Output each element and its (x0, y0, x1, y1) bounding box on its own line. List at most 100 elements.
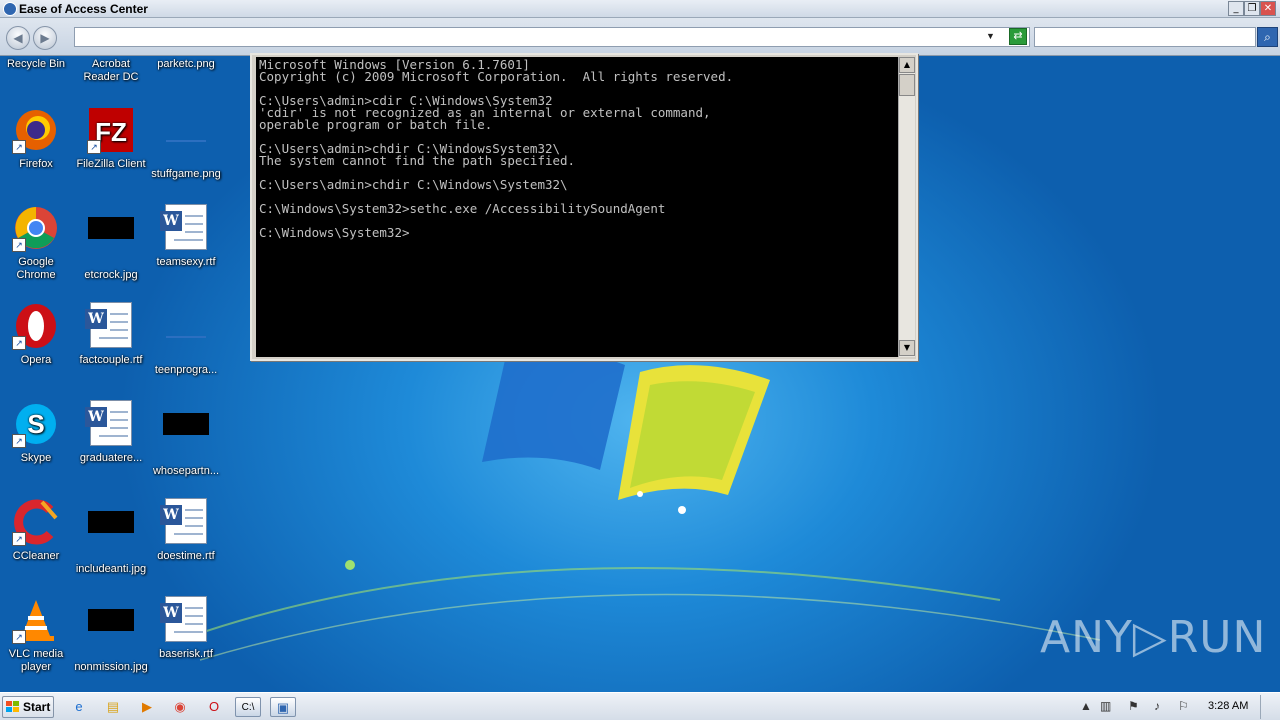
taskbar: Start e ▤ ▶ ◉ O C:\ ▣ ▲ ▥ ⚑ ♪ ⚐ 3:28 AM (0, 692, 1280, 720)
desktop-icon-chrome[interactable]: ↗ Google Chrome (0, 204, 74, 282)
scroll-up-icon[interactable]: ▲ (899, 57, 915, 73)
desktop-icon-acrobat[interactable]: Acrobat Reader DC (73, 58, 149, 84)
word-doc-icon: W (85, 400, 135, 448)
anyrun-watermark: ANY▷RUN (1040, 612, 1267, 663)
console-scrollbar[interactable]: ▲ ▼ (898, 57, 915, 357)
icon-label: stuffgame.png (151, 168, 221, 180)
icon-label: baserisk.rtf (159, 648, 213, 660)
skype-icon: S ↗ (12, 400, 60, 448)
desktop-icon-nonmission[interactable]: nonmission.jpg (73, 596, 149, 674)
back-button[interactable]: ◀ (6, 26, 30, 50)
icon-label: factcouple.rtf (79, 354, 143, 366)
jpg-file-icon (87, 511, 135, 559)
console-output[interactable]: Microsoft Windows [Version 6.1.7601] Copy… (256, 57, 898, 357)
console-prompt: C:\Windows\System32> (259, 225, 410, 240)
word-doc-icon: W (160, 498, 210, 546)
start-button[interactable]: Start (2, 696, 54, 718)
word-doc-icon: W (160, 596, 210, 644)
desktop-icon-stuffgame[interactable]: stuffgame.png (148, 106, 224, 181)
png-file-icon (162, 312, 210, 360)
show-desktop-button[interactable] (1260, 695, 1278, 719)
window-titlebar: Ease of Access Center _ ❐ ✕ (0, 0, 1280, 18)
desktop-icon-whosepartn[interactable]: whosepartn... (148, 400, 224, 478)
desktop-icon-recycle-bin[interactable]: Recycle Bin (0, 58, 74, 71)
console-line: The system cannot find the path specifie… (259, 153, 576, 168)
media-player-icon[interactable]: ▶ (136, 697, 158, 717)
vlc-icon: ↗ (12, 596, 60, 644)
search-icon[interactable]: ⌕ (1257, 27, 1278, 47)
desktop-icon-graduatere[interactable]: W graduatere... (73, 400, 149, 465)
desktop-icon-parketc[interactable]: parketc.png (148, 58, 224, 71)
desktop-icon-etcrock[interactable]: etcrock.jpg (73, 204, 149, 282)
console-line: operable program or batch file. (259, 117, 493, 132)
desktop-icon-skype[interactable]: S ↗ Skype (0, 400, 74, 465)
word-doc-icon: W (85, 302, 135, 350)
clock[interactable]: 3:28 AM (1208, 700, 1248, 712)
console-line: Copyright (c) 2009 Microsoft Corporation… (259, 69, 734, 84)
close-button[interactable]: ✕ (1260, 1, 1276, 16)
opera-icon[interactable]: O (203, 697, 225, 717)
icon-label: teenprogra... (154, 364, 218, 376)
svg-text:S: S (27, 409, 44, 439)
desktop-icon-filezilla[interactable]: FZ ↗ FileZilla Client (73, 106, 149, 171)
ease-of-access-icon[interactable]: ▣ (270, 697, 296, 717)
maximize-button[interactable]: ❐ (1244, 1, 1260, 16)
png-file-icon (162, 116, 210, 164)
jpg-file-icon (87, 609, 135, 657)
desktop-icon-teamsexy[interactable]: W teamsexy.rtf (148, 204, 224, 269)
word-doc-icon: W (160, 204, 210, 252)
desktop-icon-includeanti[interactable]: includeanti.jpg (73, 498, 149, 576)
ccleaner-icon: ↗ (12, 498, 60, 546)
network-icon[interactable]: ▥ (1100, 699, 1111, 713)
desktop-icon-baserisk[interactable]: W baserisk.rtf (148, 596, 224, 661)
window-title: Ease of Access Center (19, 2, 148, 16)
flag-icon[interactable]: ⚐ (1178, 699, 1189, 713)
action-center-icon[interactable]: ⚑ (1128, 699, 1139, 713)
forward-button[interactable]: ▶ (33, 26, 57, 50)
refresh-icon[interactable]: ⇄ (1009, 28, 1027, 45)
command-prompt-window[interactable]: Microsoft Windows [Version 6.1.7601] Copy… (250, 53, 918, 361)
desktop-icon-vlc[interactable]: ↗ VLC media player (0, 596, 74, 674)
icon-label: FileZilla Client (76, 158, 146, 170)
jpg-file-icon (162, 413, 210, 461)
icon-label: CCleaner (12, 550, 60, 562)
icon-label: Opera (20, 354, 52, 366)
chrome-icon: ↗ (12, 204, 60, 252)
icon-label: Google Chrome (16, 256, 56, 281)
show-hidden-icons-icon[interactable]: ▲ (1080, 699, 1092, 713)
search-input[interactable] (1034, 27, 1256, 47)
desktop-icon-opera[interactable]: ↗ Opera (0, 302, 74, 367)
desktop-icon-ccleaner[interactable]: ↗ CCleaner (0, 498, 74, 563)
explorer-icon[interactable]: ▤ (102, 697, 124, 717)
ie-icon[interactable]: e (68, 697, 90, 717)
minimize-button[interactable]: _ (1228, 1, 1244, 16)
console-line: C:\Windows\System32>sethc.exe /Accessibi… (259, 201, 666, 216)
icon-label: Skype (20, 452, 52, 464)
desktop-icon-teenprogra[interactable]: teenprogra... (148, 302, 224, 377)
chrome-icon[interactable]: ◉ (169, 697, 191, 717)
icon-label: Acrobat Reader DC (83, 58, 139, 83)
address-dropdown-icon[interactable]: ▼ (986, 31, 995, 41)
desktop-icon-factcouple[interactable]: W factcouple.rtf (73, 302, 149, 367)
icon-label: whosepartn... (152, 465, 220, 477)
start-label: Start (23, 700, 51, 714)
icon-label: VLC media player (8, 648, 64, 673)
cmd-icon[interactable]: C:\ (235, 697, 261, 717)
scroll-thumb[interactable] (899, 74, 915, 96)
console-line: C:\Users\admin>chdir C:\Windows\System32… (259, 177, 568, 192)
address-bar[interactable] (74, 27, 1030, 47)
windows-flag-icon (6, 701, 19, 712)
filezilla-icon: FZ ↗ (87, 106, 135, 154)
desktop-icon-firefox[interactable]: ↗ Firefox (0, 106, 74, 171)
scroll-down-icon[interactable]: ▼ (899, 340, 915, 356)
icon-label: etcrock.jpg (84, 269, 138, 281)
icon-label: teamsexy.rtf (156, 256, 216, 268)
icon-label: nonmission.jpg (74, 661, 148, 673)
volume-icon[interactable]: ♪ (1154, 699, 1160, 713)
desktop-icon-doestime[interactable]: W doestime.rtf (148, 498, 224, 563)
icon-label: Firefox (19, 158, 53, 170)
icon-label: Recycle Bin (6, 58, 66, 70)
icon-label: includeanti.jpg (75, 563, 147, 575)
icon-label: parketc.png (157, 58, 215, 70)
icon-label: graduatere... (79, 452, 143, 464)
